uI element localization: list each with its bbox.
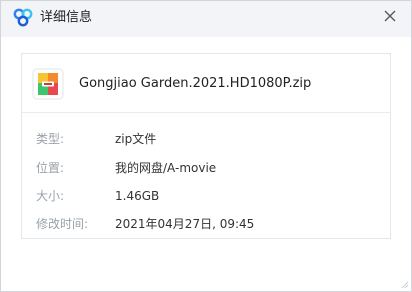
zip-archive-icon bbox=[32, 68, 64, 100]
modified-time-label: 修改时间: bbox=[36, 217, 89, 231]
baidu-netdisk-cloud-icon bbox=[13, 8, 33, 27]
close-icon[interactable] bbox=[381, 7, 399, 25]
size-label: 大小: bbox=[36, 189, 65, 203]
modified-time-value: 2021年04月27日, 09:45 bbox=[115, 217, 255, 231]
type-label: 类型: bbox=[36, 132, 65, 146]
file-details-dialog: 详细信息 Gongjiao Garden.2021.HD1080P.zip 类型… bbox=[0, 0, 412, 292]
file-header: Gongjiao Garden.2021.HD1080P.zip bbox=[22, 54, 390, 112]
location-value[interactable]: 我的网盘/A-movie bbox=[115, 161, 216, 175]
file-name: Gongjiao Garden.2021.HD1080P.zip bbox=[79, 76, 312, 91]
header-divider bbox=[22, 112, 390, 113]
type-value: zip文件 bbox=[115, 132, 157, 146]
location-label: 位置: bbox=[36, 161, 65, 175]
file-info-card: Gongjiao Garden.2021.HD1080P.zip 类型: zip… bbox=[21, 53, 391, 239]
dialog-title: 详细信息 bbox=[40, 10, 93, 25]
dialog-titlebar[interactable]: 详细信息 bbox=[1, 1, 411, 37]
resize-grip[interactable] bbox=[401, 281, 409, 289]
size-value: 1.46GB bbox=[115, 189, 160, 203]
